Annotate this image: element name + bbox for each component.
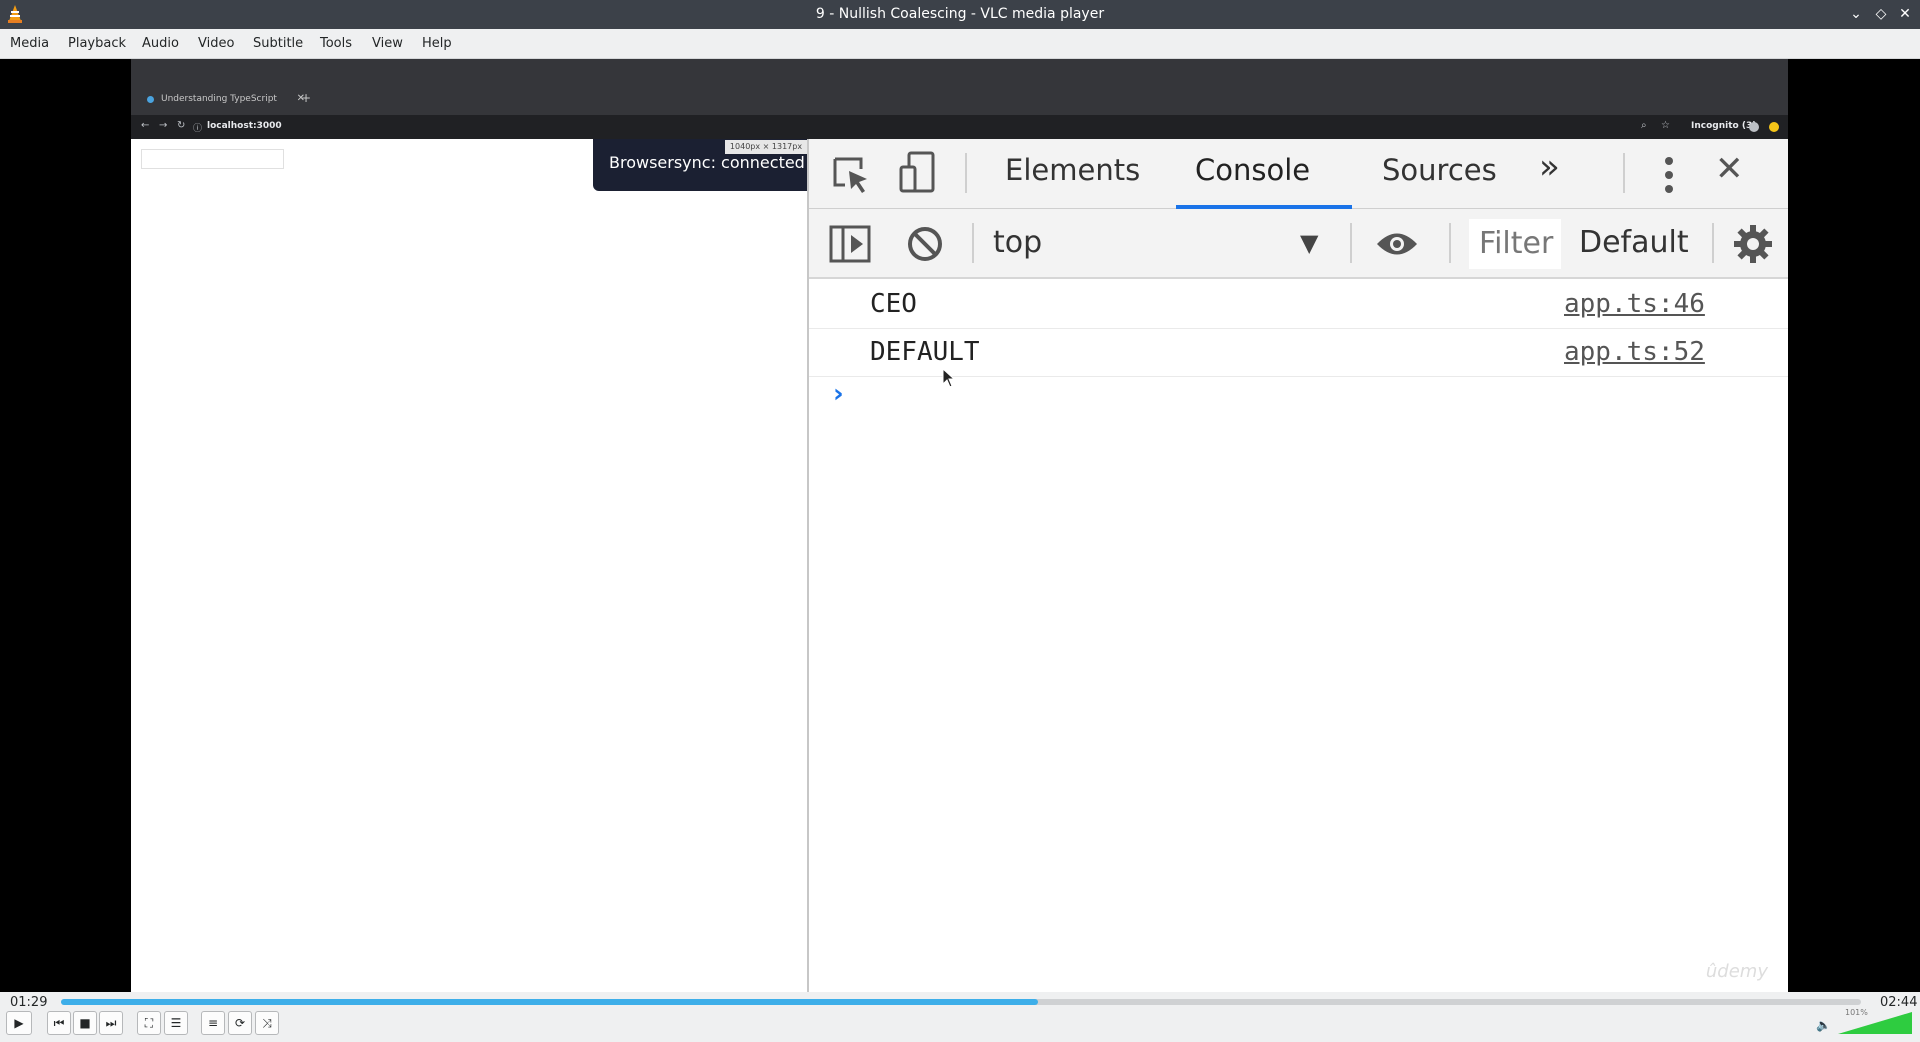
menu-subtitle[interactable]: Subtitle — [253, 36, 303, 51]
live-expression-eye-icon[interactable] — [1375, 229, 1419, 259]
tab-separator — [1623, 153, 1625, 193]
new-tab-icon: + — [301, 91, 312, 105]
log-message: DEFAULT — [870, 337, 980, 367]
menu-playback[interactable]: Playback — [68, 36, 126, 51]
menu-media[interactable]: Media — [10, 36, 49, 51]
tab-console[interactable]: Console — [1195, 153, 1310, 187]
stop-button[interactable]: ■ — [73, 1011, 97, 1035]
menu-tools[interactable]: Tools — [320, 36, 352, 51]
toolbar-separator — [1712, 223, 1714, 263]
bookmark-star-icon: ☆ — [1661, 120, 1670, 131]
profile-avatar-icon — [1769, 122, 1779, 132]
tab-elements[interactable]: Elements — [1005, 153, 1140, 187]
volume-slider[interactable] — [1838, 1012, 1912, 1034]
close-icon[interactable]: ✕ — [1895, 4, 1915, 24]
context-dropdown-icon[interactable]: ▼ — [1300, 229, 1318, 257]
viewport-size-tooltip: 1040px × 1317px — [725, 140, 807, 154]
menu-bar: Media Playback Audio Video Subtitle Tool… — [0, 29, 1920, 59]
devtools-panel: Elements Console Sources » ✕ top ▼ Filte… — [807, 139, 1788, 992]
mouse-cursor-icon — [942, 368, 956, 388]
console-log-row: CEO app.ts:46 — [809, 281, 1788, 329]
close-devtools-icon[interactable]: ✕ — [1715, 149, 1744, 189]
play-button[interactable]: ▶ — [6, 1011, 32, 1035]
seek-bar[interactable] — [61, 999, 1861, 1005]
browser-url: localhost:3000 — [207, 121, 282, 131]
speaker-icon[interactable]: 🔈 — [1816, 1018, 1831, 1032]
maximize-icon[interactable]: ◇ — [1871, 4, 1891, 24]
browser-tab-title: Understanding TypeScript — [161, 94, 277, 104]
tab-favicon-icon — [147, 96, 154, 103]
shuffle-button[interactable]: ⤨ — [255, 1011, 279, 1035]
console-toolbar: top ▼ Filter Default — [809, 209, 1788, 279]
menu-audio[interactable]: Audio — [142, 36, 179, 51]
back-icon: ← — [141, 120, 150, 131]
fullscreen-button[interactable]: ⛶ — [137, 1011, 161, 1035]
more-tabs-icon[interactable]: » — [1539, 147, 1560, 187]
udemy-watermark: ûdemy — [1705, 961, 1768, 982]
reload-icon: ↻ — [177, 120, 186, 131]
inspect-element-icon — [833, 157, 867, 193]
log-levels-dropdown[interactable]: Default — [1579, 225, 1689, 260]
toolbar-separator — [1449, 223, 1451, 263]
seek-progress — [61, 999, 1039, 1005]
devtools-tab-bar: Elements Console Sources » ✕ — [809, 139, 1788, 209]
console-settings-gear-icon[interactable] — [1733, 224, 1773, 264]
forward-icon: → — [159, 120, 168, 131]
video-area[interactable]: Understanding TypeScript ✕ + ← → ↻ ⓘ loc… — [0, 59, 1920, 992]
console-filter-input[interactable]: Filter — [1469, 219, 1561, 269]
browsersync-text: Browsersync: connected — [609, 153, 805, 172]
log-source-link[interactable]: app.ts:46 — [1564, 289, 1705, 319]
incognito-icon — [1749, 122, 1759, 132]
incognito-label: Incognito (3) — [1691, 121, 1757, 131]
browser-tab: Understanding TypeScript ✕ — [143, 89, 313, 115]
minimize-icon[interactable]: ⌄ — [1846, 4, 1866, 24]
browser-toolbar: ← → ↻ ⓘ localhost:3000 ⌕ ☆ Incognito (3) — [131, 115, 1788, 139]
title-bar: 9 - Nullish Coalescing - VLC media playe… — [0, 0, 1920, 29]
log-message: CEO — [870, 289, 917, 319]
page-text-input — [141, 149, 284, 169]
playlist-button[interactable]: ≡ — [201, 1011, 225, 1035]
toolbar-separator — [1350, 223, 1352, 263]
sidebar-toggle-icon[interactable] — [829, 225, 871, 263]
total-time: 02:44 — [1880, 995, 1918, 1010]
console-prompt-icon[interactable]: › — [833, 379, 844, 409]
tab-sources[interactable]: Sources — [1382, 153, 1497, 187]
extended-settings-button[interactable]: ☰ — [164, 1011, 188, 1035]
browser-tab-strip: Understanding TypeScript ✕ + — [131, 59, 1788, 115]
tab-separator — [965, 153, 967, 193]
log-source-link[interactable]: app.ts:52 — [1564, 337, 1705, 367]
toolbar-separator — [972, 223, 974, 263]
window-title: 9 - Nullish Coalescing - VLC media playe… — [815, 6, 1105, 22]
clear-console-icon[interactable] — [906, 225, 944, 263]
previous-button[interactable]: ⏮ — [47, 1011, 71, 1035]
context-selector[interactable]: top — [993, 225, 1042, 260]
device-toolbar-icon — [899, 151, 935, 193]
web-page — [131, 139, 807, 992]
kebab-menu-icon[interactable] — [1663, 155, 1675, 195]
video-frame: Understanding TypeScript ✕ + ← → ↻ ⓘ loc… — [131, 59, 1788, 992]
menu-help[interactable]: Help — [422, 36, 452, 51]
zoom-icon: ⌕ — [1641, 120, 1647, 131]
player-controls: 01:29 02:44 ▶ ⏮ ■ ⏭ ⛶ ☰ ≡ ⟳ ⤨ 🔈 101% — [0, 992, 1920, 1042]
menu-video[interactable]: Video — [198, 36, 234, 51]
elapsed-time: 01:29 — [10, 995, 48, 1010]
loop-button[interactable]: ⟳ — [228, 1011, 252, 1035]
menu-view[interactable]: View — [372, 36, 403, 51]
next-button[interactable]: ⏭ — [99, 1011, 123, 1035]
info-icon: ⓘ — [193, 124, 203, 134]
